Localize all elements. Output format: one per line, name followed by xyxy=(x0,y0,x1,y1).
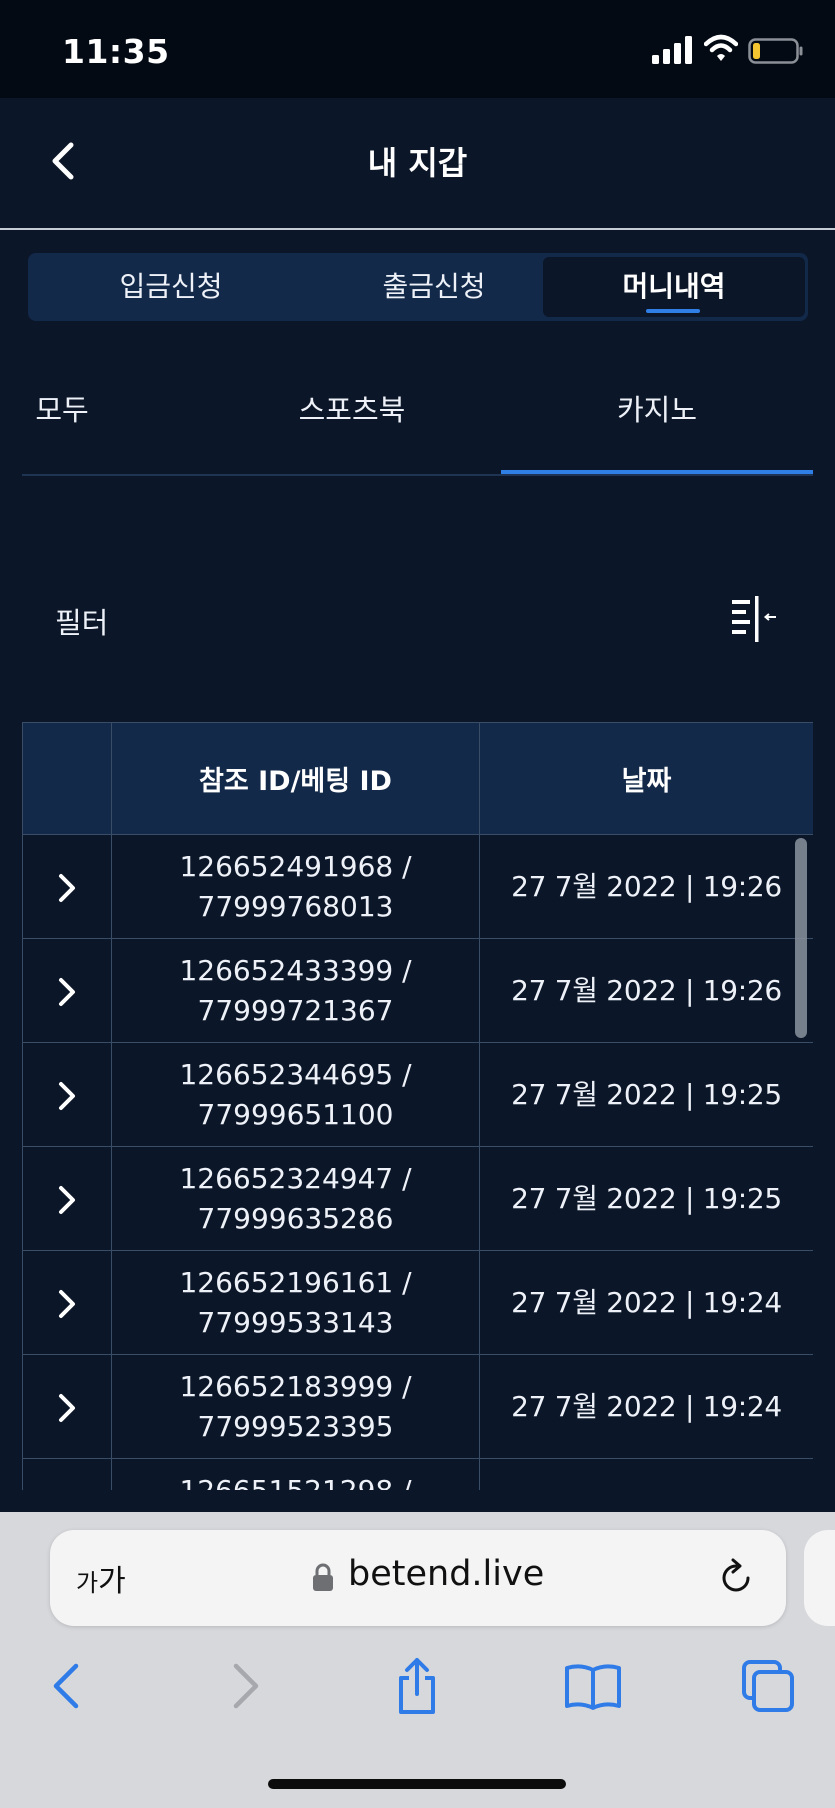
table-row[interactable]: 126652324947 / 77999635286 27 7월 2022 | 1… xyxy=(22,1146,813,1251)
browser-toolbar: 가가 betend.live xyxy=(0,1512,835,1808)
tab-deposit-request[interactable]: 입금신청 xyxy=(40,257,302,317)
row-expand-button[interactable] xyxy=(22,1042,112,1147)
reload-icon[interactable] xyxy=(714,1556,758,1600)
wifi-icon xyxy=(704,34,738,61)
chevron-right-icon xyxy=(59,977,75,1006)
bet-id: 77999768013 xyxy=(197,889,394,923)
sub-tab-casino[interactable]: 카지노 xyxy=(557,360,757,460)
ref-bet-id-cell: 126652344695 / 77999651100 xyxy=(111,1042,480,1147)
ref-id: 126652344695 / xyxy=(179,1057,412,1091)
bet-id: 77999533143 xyxy=(197,1305,394,1339)
ref-id: 126652433399 / xyxy=(179,953,412,987)
chevron-right-icon xyxy=(59,1393,75,1422)
tab-money-history-label: 머니내역 xyxy=(622,270,726,303)
url-text: betend.live xyxy=(348,1554,545,1594)
bookmarks-icon[interactable] xyxy=(563,1656,623,1716)
filter-label[interactable]: 필터 xyxy=(55,600,108,642)
header-ref-bet-id: 참조 ID/베팅 ID xyxy=(111,722,480,835)
chevron-right-icon xyxy=(59,873,75,902)
chevron-right-icon xyxy=(59,1289,75,1318)
header-date: 날짜 xyxy=(479,722,813,835)
ref-bet-id-cell: 126652183999 / 77999523395 xyxy=(111,1354,480,1459)
header-expand xyxy=(22,722,112,835)
chevron-right-icon xyxy=(59,1185,75,1214)
chevron-right-icon xyxy=(59,1081,75,1110)
ref-bet-id-cell: 126651521298 / xyxy=(111,1458,480,1490)
nav-header: 내 지갑 xyxy=(0,98,835,230)
browser-back-icon[interactable] xyxy=(38,1656,98,1716)
status-time: 11:35 xyxy=(62,32,170,71)
page-title: 내 지갑 xyxy=(367,144,468,182)
row-expand-button[interactable] xyxy=(22,1354,112,1459)
sub-tab-all[interactable]: 모두 xyxy=(22,360,122,460)
table-scrollbar[interactable] xyxy=(795,838,807,1038)
ref-id: 126652196161 / xyxy=(179,1265,412,1299)
share-icon[interactable] xyxy=(387,1656,447,1716)
ref-id: 126652491968 / xyxy=(179,849,412,883)
date-cell xyxy=(479,1458,813,1490)
row-expand-button[interactable] xyxy=(22,1250,112,1355)
tab-withdraw-request[interactable]: 출금신청 xyxy=(303,257,565,317)
date-cell: 27 7월 2022 | 19:25 xyxy=(479,1042,813,1147)
bet-id: 77999523395 xyxy=(197,1409,394,1443)
ref-bet-id-cell: 126652491968 / 77999768013 xyxy=(111,834,480,939)
date-cell: 27 7월 2022 | 19:25 xyxy=(479,1146,813,1251)
sub-tabs: 모두 스포츠북 카지노 xyxy=(22,360,813,476)
active-tab-underline xyxy=(646,309,700,313)
table-row[interactable]: 126652344695 / 77999651100 27 7월 2022 | 1… xyxy=(22,1042,813,1147)
table-row[interactable]: 126652491968 / 77999768013 27 7월 2022 | 1… xyxy=(22,834,813,939)
table-row[interactable]: 126652196161 / 77999533143 27 7월 2022 | 1… xyxy=(22,1250,813,1355)
text-size-button[interactable]: 가가 xyxy=(76,1556,126,1600)
battery-low-icon xyxy=(748,38,803,64)
date-cell: 27 7월 2022 | 19:24 xyxy=(479,1354,813,1459)
row-expand-button[interactable] xyxy=(22,1146,112,1251)
table-header-row: 참조 ID/베팅 ID 날짜 xyxy=(22,722,813,835)
table-row[interactable]: 126652183999 / 77999523395 27 7월 2022 | 1… xyxy=(22,1354,813,1459)
row-expand-button[interactable] xyxy=(22,834,112,939)
bet-id: 77999651100 xyxy=(197,1097,394,1131)
tab-money-history[interactable]: 머니내역 xyxy=(543,257,805,317)
home-indicator xyxy=(268,1779,566,1789)
bet-id: 77999721367 xyxy=(197,993,394,1027)
table-row[interactable]: 126651521298 / xyxy=(22,1458,813,1490)
ref-bet-id-cell: 126652196161 / 77999533143 xyxy=(111,1250,480,1355)
row-expand-button[interactable] xyxy=(22,1458,112,1490)
ref-id: 126652183999 / xyxy=(179,1369,412,1403)
tabs-icon[interactable] xyxy=(738,1656,798,1716)
next-tab-preview[interactable] xyxy=(804,1530,835,1626)
table-row[interactable]: 126652433399 / 77999721367 27 7월 2022 | 1… xyxy=(22,938,813,1043)
date-cell: 27 7월 2022 | 19:24 xyxy=(479,1250,813,1355)
text-size-small-glyph: 가 xyxy=(76,1569,99,1597)
status-bar: 11:35 xyxy=(0,0,835,98)
bet-id: 77999635286 xyxy=(197,1201,394,1235)
lock-icon xyxy=(313,1563,333,1591)
sub-tab-active-indicator xyxy=(501,470,813,474)
row-expand-button[interactable] xyxy=(22,938,112,1043)
ref-id: 126652324947 / xyxy=(179,1161,412,1195)
date-cell: 27 7월 2022 | 19:26 xyxy=(479,834,813,939)
cellular-signal-icon xyxy=(652,36,692,64)
address-bar[interactable]: 가가 betend.live xyxy=(50,1530,786,1626)
filter-collapse-icon[interactable] xyxy=(730,596,780,642)
ref-bet-id-cell: 126652324947 / 77999635286 xyxy=(111,1146,480,1251)
main-tabs: 입금신청 출금신청 머니내역 xyxy=(28,253,808,321)
money-history-table: 참조 ID/베팅 ID 날짜 126652491968 / 77999768013… xyxy=(22,722,813,1490)
date-cell: 27 7월 2022 | 19:26 xyxy=(479,938,813,1043)
text-size-large-glyph: 가 xyxy=(98,1564,126,1599)
sub-tab-sportsbook[interactable]: 스포츠북 xyxy=(252,360,452,460)
ref-id: 126651521298 / xyxy=(112,1471,479,1490)
ref-bet-id-cell: 126652433399 / 77999721367 xyxy=(111,938,480,1043)
browser-forward-icon[interactable] xyxy=(214,1656,274,1716)
